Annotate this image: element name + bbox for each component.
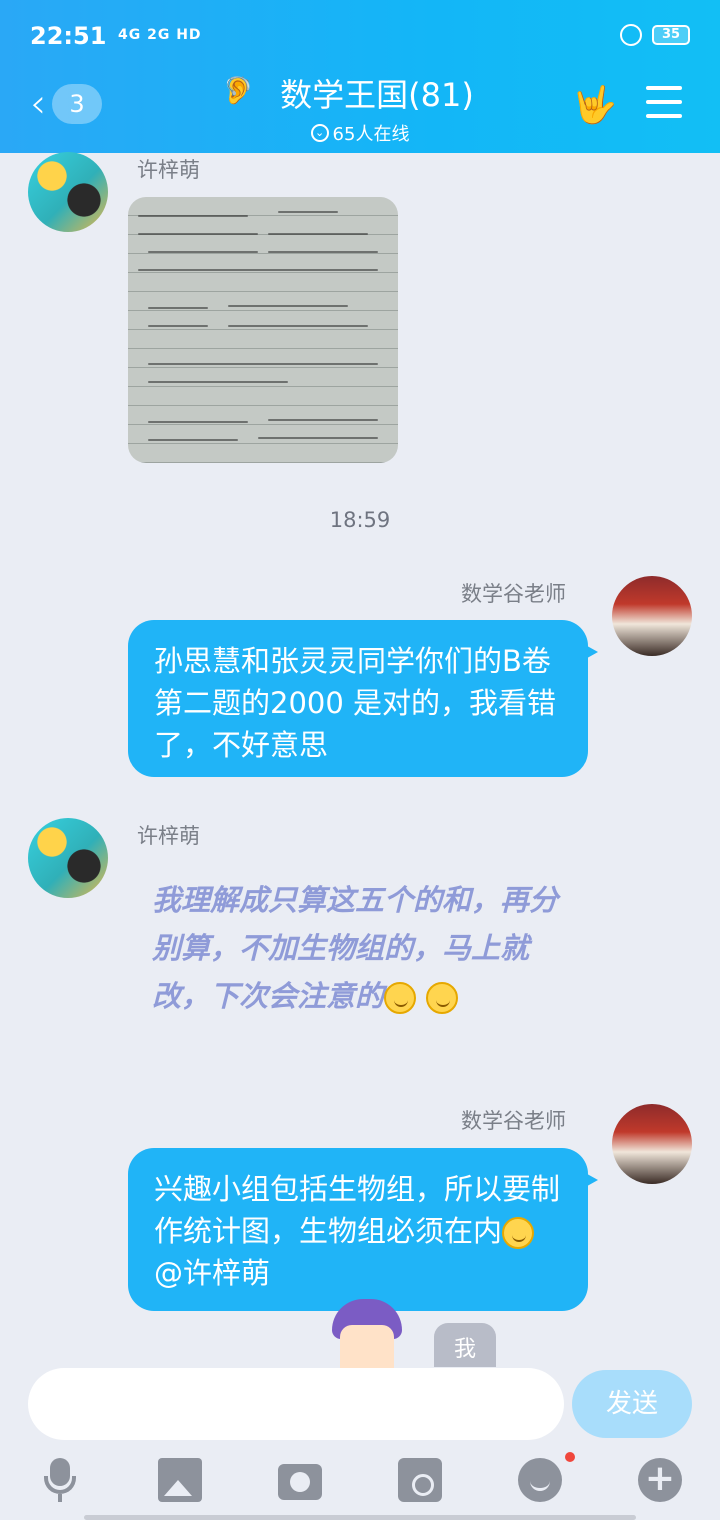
chat-header: 22:51 4G 2G HD 35 ‹ 3 🦻 数学王国(81) ⌄ 65人在线…: [0, 0, 720, 153]
input-area: 发送 +: [0, 1368, 720, 1520]
status-time: 22:51: [30, 22, 107, 50]
message-bubble[interactable]: 孙思慧和张灵灵同学你们的B卷第二题的2000 是对的，我看错了，不好意思: [128, 620, 598, 777]
menu-icon[interactable]: [646, 86, 682, 118]
title-block[interactable]: 🦻 数学王国(81) ⌄ 65人在线: [220, 70, 500, 146]
home-indicator: [84, 1515, 636, 1520]
blush-emoji-icon: [426, 982, 459, 1014]
back-button[interactable]: ‹ 3: [30, 84, 102, 124]
avatar-teacher[interactable]: [612, 1104, 692, 1184]
chevron-down-circle-icon: ⌄: [310, 124, 329, 142]
mention-text[interactable]: @许梓萌: [154, 1256, 270, 1290]
message-input[interactable]: [28, 1368, 564, 1440]
plus-icon[interactable]: +: [638, 1458, 682, 1502]
timestamp: 18:59: [329, 508, 391, 532]
battery-icon: 35: [652, 25, 690, 45]
group-title: 数学王国(81): [280, 76, 474, 114]
image-icon[interactable]: [158, 1458, 202, 1502]
grin-emoji-icon: [502, 1217, 535, 1249]
rotation-lock-icon: [620, 24, 642, 46]
status-bar: 22:51 4G 2G HD 35: [30, 18, 690, 54]
red-packet-icon[interactable]: [398, 1458, 442, 1502]
online-text: 65人在线: [332, 124, 410, 145]
send-button[interactable]: 发送: [572, 1370, 692, 1438]
camera-icon[interactable]: [278, 1464, 322, 1500]
avatar-xuzimeng[interactable]: [28, 152, 108, 232]
sender-name: 数学谷老师: [461, 582, 566, 606]
rock-hand-icon[interactable]: 🤟: [572, 84, 617, 126]
input-toolbar: +: [0, 1452, 720, 1512]
sender-name: 许梓萌: [137, 824, 200, 848]
blush-emoji-icon: [384, 982, 417, 1014]
notification-dot: [565, 1452, 575, 1462]
online-count: ⌄ 65人在线: [220, 120, 500, 146]
network-indicator: 4G 2G HD: [118, 27, 202, 43]
ear-icon: 🦻: [222, 76, 255, 106]
message-text: 孙思慧和张灵灵同学你们的B卷第二题的2000 是对的，我看错了，不好意思: [154, 644, 557, 762]
message-text: 我理解成只算这五个的和，再分别算，不加生物组的，马上就改，下次会注意的: [152, 883, 559, 1013]
fancy-message[interactable]: 我理解成只算这五个的和，再分别算，不加生物组的，马上就改，下次会注意的: [152, 876, 572, 1020]
status-right: 35: [620, 24, 690, 46]
me-bubble[interactable]: 我: [434, 1323, 496, 1367]
sender-name: 许梓萌: [137, 158, 200, 182]
unread-count-badge: 3: [52, 84, 102, 124]
cartoon-sticker[interactable]: [318, 1285, 414, 1369]
avatar-xuzimeng[interactable]: [28, 818, 108, 898]
handwritten-notes-photo[interactable]: [128, 197, 398, 463]
message-text: 兴趣小组包括生物组，所以要制作统计图，生物组必须在内: [154, 1172, 561, 1248]
sender-name: 数学谷老师: [461, 1109, 566, 1133]
chevron-left-icon: ‹: [30, 81, 46, 127]
emoji-icon[interactable]: [518, 1458, 562, 1502]
avatar-teacher[interactable]: [612, 576, 692, 656]
mic-icon[interactable]: [38, 1458, 82, 1502]
